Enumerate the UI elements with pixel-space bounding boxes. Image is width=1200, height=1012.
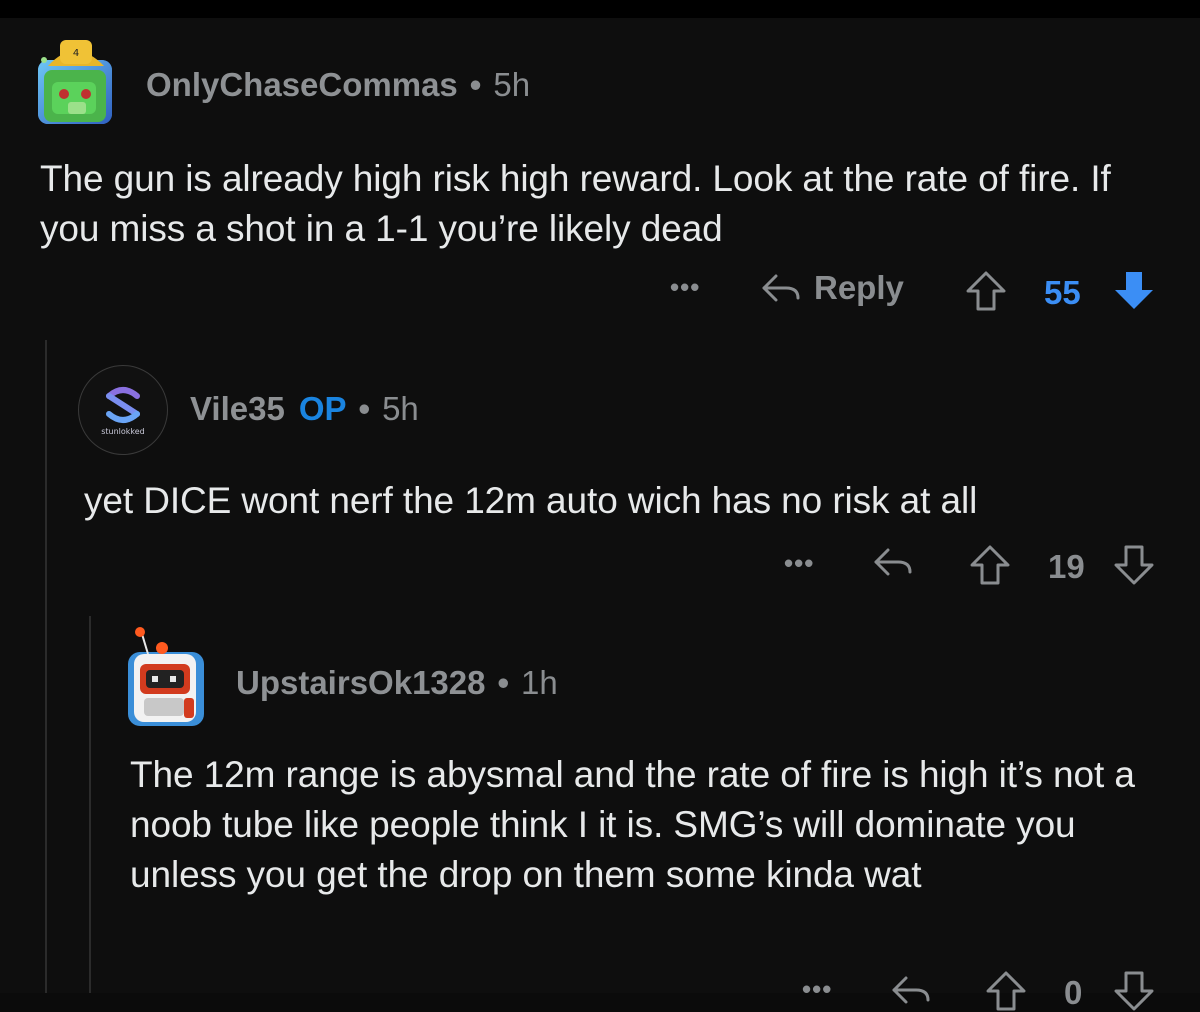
downvote-button[interactable] xyxy=(1112,268,1156,312)
username-link[interactable]: Vile35 xyxy=(190,390,285,428)
downvote-arrow-icon xyxy=(1114,545,1154,585)
thread-line[interactable] xyxy=(45,340,47,993)
vote-score: 0 xyxy=(1064,974,1083,1011)
downvote-button[interactable] xyxy=(1112,970,1156,1012)
thread-line[interactable] xyxy=(89,616,91,993)
meta-separator: • xyxy=(358,390,371,427)
comment-body: The 12m range is abysmal and the rate of… xyxy=(130,754,1135,895)
more-options-button[interactable]: ••• xyxy=(784,548,814,579)
avatar[interactable]: stunlokked xyxy=(78,365,168,455)
upvote-arrow-icon xyxy=(986,971,1026,1011)
snoo-avatar-icon: 4 xyxy=(38,40,112,124)
comment-meta: OnlyChaseCommas • 5h xyxy=(146,66,530,104)
robot-snoo-avatar-icon xyxy=(128,627,204,726)
reply-button[interactable] xyxy=(890,970,932,1010)
svg-text:4: 4 xyxy=(73,48,79,59)
upvote-button[interactable] xyxy=(984,970,1028,1012)
upvote-button[interactable] xyxy=(968,544,1012,586)
username-link[interactable]: UpstairsOk1328 xyxy=(236,664,485,702)
reply-label: Reply xyxy=(814,269,904,306)
comment-age: 1h xyxy=(521,664,558,701)
top-status-strip xyxy=(0,0,1200,18)
comment-body: yet DICE wont nerf the 12m auto wich has… xyxy=(84,480,978,521)
reply-arrow-icon xyxy=(762,274,800,302)
comment-meta: UpstairsOk1328 • 1h xyxy=(236,664,558,702)
downvote-button[interactable] xyxy=(1112,544,1156,586)
upvote-arrow-icon xyxy=(970,545,1010,585)
more-options-button[interactable]: ••• xyxy=(670,272,700,303)
reply-button[interactable] xyxy=(872,542,914,582)
upvote-arrow-icon xyxy=(966,271,1006,311)
meta-separator: • xyxy=(469,66,482,103)
downvote-arrow-icon xyxy=(1114,971,1154,1011)
reply-arrow-icon xyxy=(892,976,930,1004)
vote-score: 19 xyxy=(1048,548,1085,585)
avatar[interactable] xyxy=(122,624,208,728)
svg-text:stunlokked: stunlokked xyxy=(101,427,145,436)
comment-thread: 4 OnlyChaseCommas • 5h The gun is alread… xyxy=(0,18,1200,1011)
vote-score: 55 xyxy=(1044,274,1081,311)
username-link[interactable]: OnlyChaseCommas xyxy=(146,66,458,104)
op-badge: OP xyxy=(298,390,347,427)
avatar[interactable]: 4 xyxy=(34,30,116,130)
reply-arrow-icon xyxy=(874,548,912,576)
comment-meta: Vile35 OP • 5h xyxy=(190,390,419,428)
upvote-button[interactable] xyxy=(964,270,1008,312)
meta-separator: • xyxy=(497,664,510,701)
comment-age: 5h xyxy=(382,390,419,427)
comment-age: 5h xyxy=(493,66,531,103)
stunlokked-logo-icon: stunlokked xyxy=(101,387,145,436)
more-options-button[interactable]: ••• xyxy=(802,974,832,1005)
downvote-arrow-filled-icon xyxy=(1115,272,1153,309)
comment-body: The gun is already high risk high reward… xyxy=(40,158,1111,249)
reply-button[interactable]: Reply xyxy=(760,268,904,308)
